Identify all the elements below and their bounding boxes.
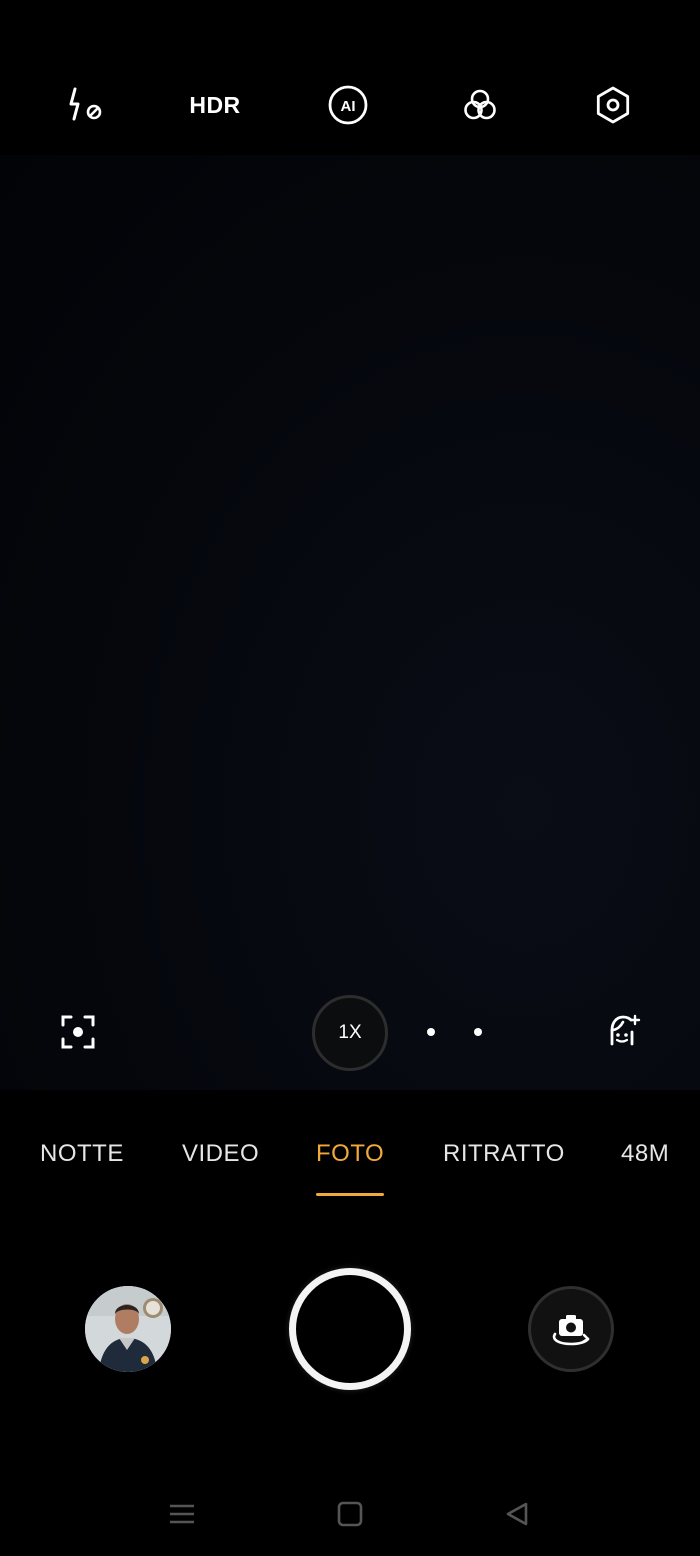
mode-video[interactable]: VIDEO — [182, 1140, 259, 1168]
zoom-label: 1X — [338, 1022, 362, 1043]
active-mode-indicator — [316, 1193, 384, 1196]
zoom-level-dot[interactable] — [474, 1028, 482, 1036]
top-toolbar — [0, 0, 700, 155]
ai-scene-icon[interactable]: AI — [325, 82, 371, 128]
mode-notte[interactable]: NOTTE — [40, 1140, 124, 1168]
shutter-button[interactable] — [289, 1268, 411, 1390]
camera-viewfinder[interactable] — [0, 155, 700, 1090]
home-icon[interactable] — [330, 1494, 370, 1534]
beauty-face-icon[interactable] — [600, 1008, 644, 1052]
zoom-level-dot[interactable] — [427, 1028, 435, 1036]
filter-icon[interactable] — [457, 82, 503, 128]
mode-foto[interactable]: FOTO — [316, 1140, 384, 1168]
menu-icon[interactable] — [162, 1494, 202, 1534]
hdr-label: HDR — [189, 91, 241, 118]
flash-off-icon[interactable] — [62, 82, 108, 128]
back-icon[interactable] — [497, 1494, 537, 1534]
mode-48m[interactable]: 48M — [621, 1140, 669, 1168]
settings-icon[interactable] — [590, 82, 636, 128]
mode-ritratto[interactable]: RITRATTO — [443, 1140, 565, 1168]
hdr-icon[interactable]: HDR — [189, 82, 241, 128]
zoom-button[interactable]: 1X — [312, 995, 388, 1071]
gallery-thumbnail[interactable] — [85, 1286, 171, 1372]
switch-camera-icon[interactable] — [528, 1286, 614, 1372]
focus-scan-icon[interactable] — [56, 1010, 100, 1054]
ai-label: AI — [341, 98, 356, 115]
